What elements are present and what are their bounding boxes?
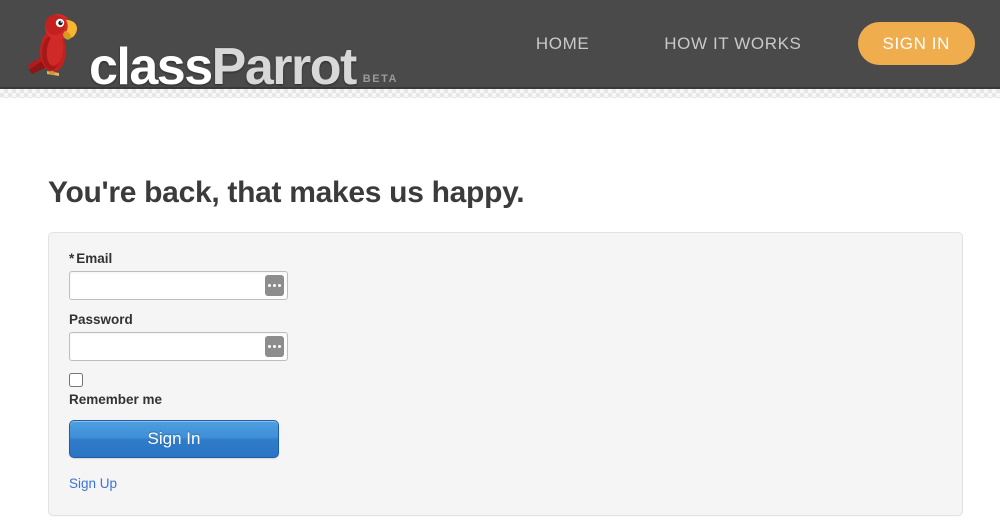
email-label-text: Email [76,251,113,266]
nav-item-home[interactable]: HOME [522,24,603,64]
main-content: You're back, that makes us happy. * Email… [0,98,1000,516]
remember-me-checkbox[interactable] [69,373,83,387]
parrot-logo-icon [25,7,87,83]
remember-me-group: Remember me [69,373,942,407]
autofill-dots-icon-password[interactable] [265,336,284,357]
signin-form-panel: * Email Password Remember me Sign In Sig… [48,232,963,516]
password-input[interactable] [69,332,288,361]
brand-text-parrot: Parrot [211,38,358,96]
email-input-wrap [69,271,288,300]
signin-submit-button[interactable]: Sign In [69,420,279,458]
site-header: class Parrot BETA HOME HOW IT WORKS SIGN… [0,0,1000,93]
signin-nav-button[interactable]: SIGN IN [857,22,975,65]
email-label: * Email [69,251,942,266]
brand-logo[interactable]: class Parrot BETA [25,0,398,93]
brand-wordmark: class Parrot BETA [89,41,398,93]
main-navigation: HOME HOW IT WORKS SIGN IN [522,22,975,65]
required-marker-email: * [69,251,75,266]
nav-item-how-it-works[interactable]: HOW IT WORKS [650,24,815,64]
autofill-dots-icon-email[interactable] [265,275,284,296]
password-field-group: Password [69,312,942,361]
beta-badge: BETA [362,73,398,85]
page-title: You're back, that makes us happy. [48,176,525,209]
email-input[interactable] [69,271,288,300]
signup-link[interactable]: Sign Up [69,476,117,491]
password-input-wrap [69,332,288,361]
email-field-group: * Email [69,251,942,300]
remember-me-label: Remember me [69,392,163,407]
brand-text-class: class [89,38,213,96]
password-label: Password [69,312,133,327]
